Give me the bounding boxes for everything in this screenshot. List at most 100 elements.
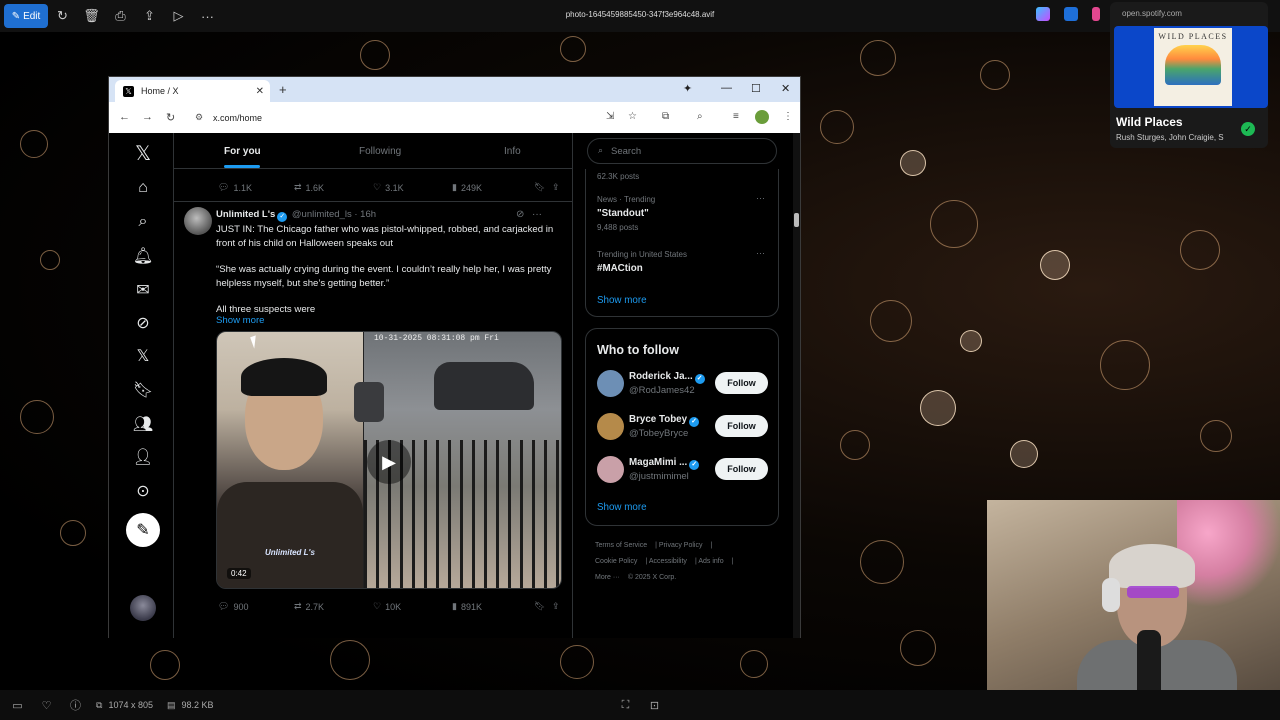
tab-home-x[interactable]: 𝕏 Home / X ✕ xyxy=(115,80,270,102)
search-input[interactable]: ⌕ Search xyxy=(587,138,777,164)
follow-suggestion[interactable]: Bryce Tobey ✓ @TobeyBryce Follow xyxy=(586,407,780,447)
trend-name[interactable]: "Standout" xyxy=(597,208,649,219)
accessibility-link[interactable]: Accessibility xyxy=(649,558,687,565)
like-button[interactable]: ♡ 10K xyxy=(373,601,401,612)
app-icon[interactable] xyxy=(1092,7,1100,21)
home-icon[interactable]: ⌂ xyxy=(131,176,155,200)
fit-to-window-icon[interactable]: ⛶ xyxy=(611,693,640,717)
follow-suggestion[interactable]: MagaMimi ... ✓ @justmimimel Follow xyxy=(586,450,780,490)
info-icon[interactable]: ⓘ xyxy=(61,693,90,717)
repost-button[interactable]: ⇄ 1.6K xyxy=(294,182,324,193)
share-icon[interactable]: ⇪ xyxy=(552,601,560,612)
grok-explain-icon[interactable]: ⊘ xyxy=(516,209,524,220)
privacy-link[interactable]: Privacy Policy xyxy=(659,542,703,549)
close-window-icon[interactable]: ✕ xyxy=(781,82,790,95)
trend-more-icon[interactable]: ··· xyxy=(756,248,765,258)
suggestion-avatar[interactable] xyxy=(597,456,624,483)
follow-button[interactable]: Follow xyxy=(715,372,768,394)
site-info-icon[interactable]: ⚙ xyxy=(195,112,203,123)
notifications-bell-icon[interactable]: 🔔︎ xyxy=(131,244,155,268)
maximize-icon[interactable]: ☐ xyxy=(751,82,761,95)
forward-icon[interactable]: → xyxy=(142,111,153,123)
minimize-icon[interactable]: — xyxy=(721,82,732,94)
app-icon[interactable] xyxy=(1064,7,1078,21)
tweet-time[interactable]: · 16h xyxy=(354,209,376,220)
trends-show-more-link[interactable]: Show more xyxy=(597,295,647,306)
gemini-icon[interactable]: ✦ xyxy=(683,82,692,95)
grok-icon[interactable]: ⊘ xyxy=(131,311,155,335)
suggestion-name[interactable]: Bryce Tobey ✓ xyxy=(629,414,701,427)
views-button[interactable]: ▮ 891K xyxy=(452,601,482,612)
browser-menu-icon[interactable]: ⋮ xyxy=(783,111,793,122)
suggestion-name[interactable]: MagaMimi ... ✓ xyxy=(629,457,701,470)
scrollbar-thumb[interactable] xyxy=(794,213,799,227)
repost-button[interactable]: ⇄ 2.7K xyxy=(294,601,324,612)
more-link[interactable]: More ··· xyxy=(595,574,620,581)
share-icon[interactable]: ⇪ xyxy=(552,182,560,193)
trend-name[interactable]: #MACtion xyxy=(597,263,643,274)
bookmark-icon[interactable]: 🔖︎ xyxy=(534,601,545,612)
extensions-icon[interactable]: ⧉ xyxy=(662,111,669,122)
like-button[interactable]: ♡ 3.1K xyxy=(373,182,404,193)
tab-for-you[interactable]: For you xyxy=(224,146,261,157)
url-field[interactable]: ⚙ x.com/home xyxy=(195,108,595,127)
terms-link[interactable]: Terms of Service xyxy=(595,542,647,549)
new-tab-icon[interactable]: + xyxy=(279,82,287,97)
suggestion-name[interactable]: Roderick Ja... ✓ xyxy=(629,371,707,384)
compose-post-button[interactable]: ✎ xyxy=(126,513,160,547)
filmstrip-icon[interactable]: ▭ xyxy=(3,693,32,717)
messages-envelope-icon[interactable]: ✉ xyxy=(131,278,155,302)
tab-info[interactable]: Info xyxy=(504,146,521,157)
bookmarks-icon[interactable]: 🔖︎ xyxy=(131,378,155,402)
rotate-icon[interactable]: ↻ xyxy=(48,4,77,28)
follow-button[interactable]: Follow xyxy=(715,415,768,437)
cast-icon[interactable]: ⌕ xyxy=(697,111,703,122)
suggestion-avatar[interactable] xyxy=(597,413,624,440)
tweet-video[interactable]: Unlimited L's 10-31-2025 08:31:08 pm Fri… xyxy=(216,331,562,589)
cookie-link[interactable]: Cookie Policy xyxy=(595,558,637,565)
trend-more-icon[interactable]: ··· xyxy=(756,193,765,203)
follow-button[interactable]: Follow xyxy=(715,458,768,480)
ads-info-link[interactable]: Ads info xyxy=(698,558,723,565)
spotify-media-card[interactable]: open.spotify.com WILD PLACES Wild Places… xyxy=(1110,2,1268,148)
tweet-author-name[interactable]: Unlimited L's xyxy=(216,209,275,220)
reload-icon[interactable]: ↻ xyxy=(166,111,175,124)
tab-following[interactable]: Following xyxy=(359,146,401,157)
account-avatar[interactable] xyxy=(130,595,156,621)
share-icon[interactable]: ⇪ xyxy=(135,4,164,28)
delete-icon[interactable]: 🗑 xyxy=(77,4,106,28)
reply-button[interactable]: 💬︎ 1.1K xyxy=(218,182,252,193)
tweet-author-avatar[interactable] xyxy=(184,207,212,235)
premium-x-icon[interactable]: 𝕏 xyxy=(131,344,155,368)
more-options-icon[interactable]: ··· xyxy=(193,4,222,28)
close-tab-icon[interactable]: ✕ xyxy=(256,86,264,97)
back-icon[interactable]: ← xyxy=(119,111,130,123)
copilot-icon[interactable] xyxy=(1036,7,1050,21)
edit-button[interactable]: ✎ Edit xyxy=(4,4,48,28)
bookmark-star-icon[interactable]: ☆ xyxy=(628,111,637,122)
page-scrollbar[interactable] xyxy=(793,133,800,638)
play-icon[interactable]: ▶ xyxy=(367,440,411,484)
profile-icon[interactable]: 👤︎ xyxy=(131,445,155,469)
print-icon[interactable]: ⎙ xyxy=(106,4,135,28)
communities-icon[interactable]: 👥︎ xyxy=(131,412,155,436)
media-controls-icon[interactable]: ≡ xyxy=(733,111,739,122)
suggestion-avatar[interactable] xyxy=(597,370,624,397)
follow-suggestion[interactable]: Roderick Ja... ✓ @RodJames42 Follow xyxy=(586,364,780,404)
who-to-follow-show-more-link[interactable]: Show more xyxy=(597,502,647,513)
show-more-link[interactable]: Show more xyxy=(216,315,265,326)
profile-avatar[interactable] xyxy=(755,110,769,124)
tweet-author-handle[interactable]: @unlimited_ls xyxy=(292,209,352,220)
reply-button[interactable]: 💬︎ 900 xyxy=(218,601,248,612)
more-circle-icon[interactable]: ⊙ xyxy=(131,479,155,503)
actual-size-icon[interactable]: ⊡ xyxy=(640,693,669,717)
slideshow-icon[interactable]: ▷ xyxy=(164,4,193,28)
install-app-icon[interactable]: ⇲ xyxy=(606,111,614,122)
explore-search-icon[interactable]: ⌕ xyxy=(131,210,155,234)
x-logo-icon[interactable]: 𝕏 xyxy=(131,141,155,165)
views-button[interactable]: ▮ 249K xyxy=(452,182,482,193)
bookmark-icon[interactable]: 🔖︎ xyxy=(534,182,545,193)
tweet-more-icon[interactable]: ··· xyxy=(532,209,542,220)
favorite-heart-icon[interactable]: ♡ xyxy=(32,693,61,717)
saved-check-icon[interactable]: ✓ xyxy=(1241,122,1255,136)
